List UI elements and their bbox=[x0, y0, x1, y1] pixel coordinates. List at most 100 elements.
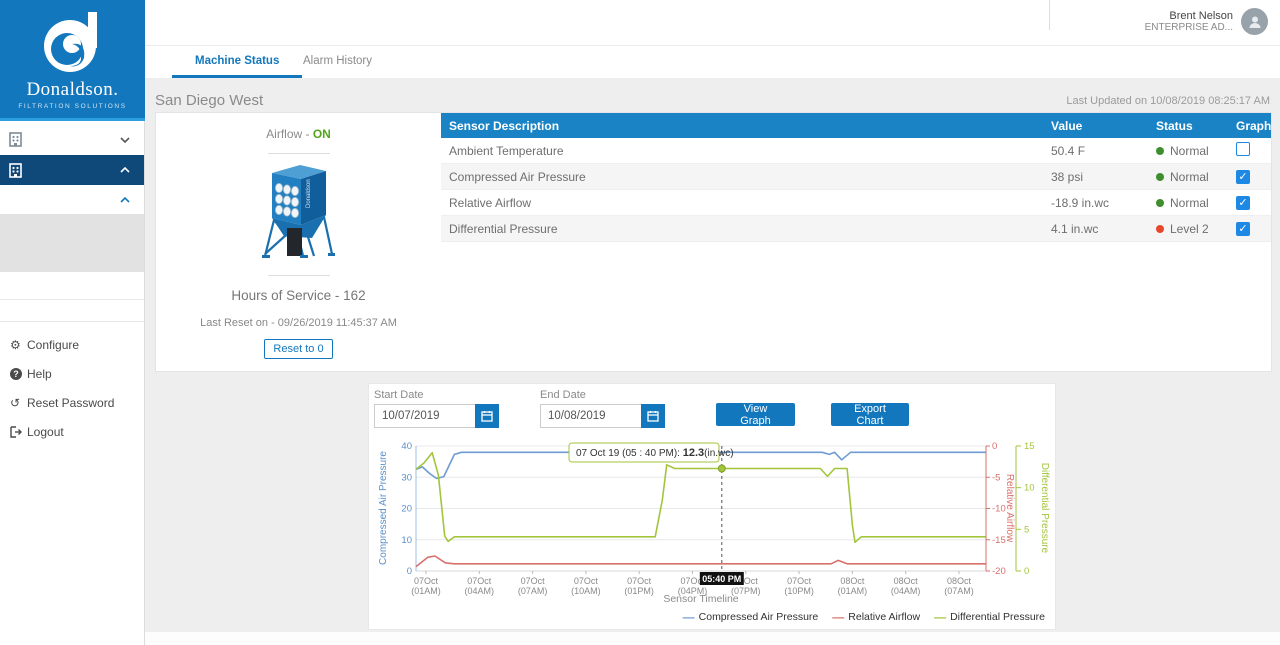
hours-of-service: Hours of Service - 162 bbox=[156, 288, 441, 303]
sensor-value-cell: 4.1 in.wc bbox=[1051, 222, 1156, 236]
sensor-status-cell: Normal bbox=[1156, 170, 1236, 184]
left-axis-tick: 20 bbox=[401, 504, 412, 515]
legend-swatch: — bbox=[934, 610, 946, 624]
graph-checkbox[interactable]: ✓ bbox=[1236, 196, 1250, 210]
legend-label: Compressed Air Pressure bbox=[699, 611, 819, 623]
right-axis2-tick: 0 bbox=[1024, 566, 1029, 577]
menu-label: Help bbox=[27, 367, 52, 381]
calendar-icon bbox=[481, 410, 493, 422]
sensor-status-cell: Normal bbox=[1156, 196, 1236, 210]
sensor-value-cell: 50.4 F bbox=[1051, 144, 1156, 158]
machine-status-card: Airflow - ON Donaldson bbox=[155, 112, 1272, 372]
sidebar-item-logout[interactable]: Logout bbox=[0, 418, 144, 446]
logout-icon bbox=[10, 426, 27, 438]
right-axis-tick: -5 bbox=[992, 472, 1000, 483]
col-value: Value bbox=[1051, 119, 1156, 133]
sidebar: Donaldson. FILTRATION SOLUTIONS bbox=[0, 0, 145, 645]
user-name: Brent Nelson bbox=[1145, 10, 1233, 22]
dust-collector-image: Donaldson bbox=[256, 160, 342, 262]
col-graph: Graph bbox=[1236, 119, 1271, 133]
sidebar-site-group-collapsed[interactable] bbox=[0, 124, 144, 155]
table-header-row: Sensor Description Value Status Graph bbox=[441, 113, 1271, 138]
avatar[interactable] bbox=[1241, 8, 1268, 35]
chevron-down-icon bbox=[120, 137, 130, 143]
crosshair-time-label: 05:40 PM bbox=[702, 574, 741, 584]
legend-swatch: — bbox=[832, 610, 844, 624]
divider bbox=[268, 275, 330, 276]
end-date-label: End Date bbox=[540, 389, 665, 401]
machine-panel: Airflow - ON Donaldson bbox=[156, 113, 441, 371]
x-axis-tick: 07Oct(10PM) bbox=[784, 576, 814, 596]
right-axis2-tick: 5 bbox=[1024, 524, 1029, 535]
export-chart-button[interactable]: Export Chart bbox=[831, 403, 909, 426]
sidebar-site-group-expanded[interactable] bbox=[0, 155, 144, 185]
x-axis-tick: 08Oct(01AM) bbox=[838, 576, 868, 596]
reset-to-zero-button[interactable]: Reset to 0 bbox=[264, 339, 332, 359]
table-row: Differential Pressure4.1 in.wcLevel 2✓ bbox=[441, 216, 1271, 242]
sensor-chart[interactable]: 0102030400-5-10-15-20151050Compressed Ai… bbox=[373, 441, 1053, 609]
brand-name: Donaldson. bbox=[0, 79, 145, 101]
start-date-input[interactable] bbox=[374, 404, 475, 428]
graph-checkbox[interactable]: ✓ bbox=[1236, 222, 1250, 236]
person-icon bbox=[1247, 14, 1263, 30]
chevron-up-icon bbox=[120, 167, 130, 173]
graph-checkbox[interactable] bbox=[1236, 142, 1250, 156]
tab-alarm-history[interactable]: Alarm History bbox=[280, 46, 395, 78]
x-axis-tick: 07Oct(10AM) bbox=[571, 576, 601, 596]
x-axis-tick: 07Oct(01AM) bbox=[411, 576, 441, 596]
left-axis-tick: 0 bbox=[407, 566, 412, 577]
view-graph-button[interactable]: View Graph bbox=[716, 403, 795, 426]
sensor-status-cell: Normal bbox=[1156, 144, 1236, 158]
end-date-input[interactable] bbox=[540, 404, 641, 428]
col-status: Status bbox=[1156, 119, 1236, 133]
left-axis-title: Compressed Air Pressure bbox=[378, 451, 389, 565]
menu-label: Reset Password bbox=[27, 396, 114, 410]
menu-label: Logout bbox=[27, 425, 64, 439]
x-axis-tick: 07Oct(07AM) bbox=[518, 576, 548, 596]
legend-item[interactable]: — Compressed Air Pressure bbox=[683, 610, 819, 624]
status-dot-icon bbox=[1156, 173, 1164, 181]
left-axis-tick: 10 bbox=[401, 535, 412, 546]
sensor-description-cell: Compressed Air Pressure bbox=[441, 170, 1051, 184]
right-axis-title: Relative Airflow bbox=[1004, 474, 1015, 543]
legend-swatch: — bbox=[683, 610, 695, 624]
x-axis-label: Sensor Timeline bbox=[663, 593, 738, 605]
right-axis-tick: -10 bbox=[992, 504, 1006, 515]
right-axis2-title: Differential Pressure bbox=[1039, 463, 1050, 554]
sidebar-subgroup-expanded[interactable] bbox=[0, 185, 144, 214]
sidebar-list-item[interactable] bbox=[0, 300, 144, 322]
start-date-calendar-button[interactable] bbox=[475, 404, 499, 428]
sidebar-list-item[interactable] bbox=[0, 272, 144, 300]
machine-icon bbox=[9, 132, 22, 147]
user-block[interactable]: Brent Nelson ENTERPRISE AD... bbox=[1145, 8, 1268, 35]
end-date-calendar-button[interactable] bbox=[641, 404, 665, 428]
series-right2 bbox=[416, 453, 986, 543]
sidebar-item-reset-password[interactable]: ↺ Reset Password bbox=[0, 389, 144, 417]
chart-legend: — Compressed Air Pressure —Relative Airflo… bbox=[669, 610, 1045, 624]
last-updated-text: Last Updated on 10/08/2019 08:25:17 AM bbox=[145, 95, 1280, 107]
left-axis-tick: 30 bbox=[401, 472, 412, 483]
table-row: Compressed Air Pressure38 psiNormal✓ bbox=[441, 164, 1271, 190]
brand-logo: Donaldson. FILTRATION SOLUTIONS bbox=[0, 0, 145, 121]
calendar-icon bbox=[647, 410, 659, 422]
sidebar-item-configure[interactable]: ⚙ Configure bbox=[0, 331, 144, 359]
legend-label: Differential Pressure bbox=[950, 611, 1045, 623]
sidebar-selected-machine[interactable] bbox=[0, 214, 144, 272]
x-axis-tick: 08Oct(04AM) bbox=[891, 576, 921, 596]
series-right1 bbox=[416, 556, 986, 567]
graph-checkbox[interactable]: ✓ bbox=[1236, 170, 1250, 184]
hover-point-marker bbox=[718, 465, 725, 472]
sidebar-item-help[interactable]: ? Help bbox=[0, 360, 144, 388]
sensor-description-cell: Ambient Temperature bbox=[441, 144, 1051, 158]
donaldson-logo-icon bbox=[36, 10, 110, 76]
divider bbox=[1049, 0, 1050, 30]
x-axis-tick: 07Oct(04AM) bbox=[465, 576, 495, 596]
legend-item[interactable]: —Relative Airflow bbox=[832, 610, 920, 624]
right-axis2-tick: 10 bbox=[1024, 483, 1035, 494]
brand-tagline: FILTRATION SOLUTIONS bbox=[0, 103, 145, 110]
sensor-description-cell: Differential Pressure bbox=[441, 222, 1051, 236]
sensor-value-cell: 38 psi bbox=[1051, 170, 1156, 184]
sensor-value-cell: -18.9 in.wc bbox=[1051, 196, 1156, 210]
legend-item[interactable]: — Differential Pressure bbox=[934, 610, 1045, 624]
chevron-up-icon bbox=[120, 197, 130, 203]
